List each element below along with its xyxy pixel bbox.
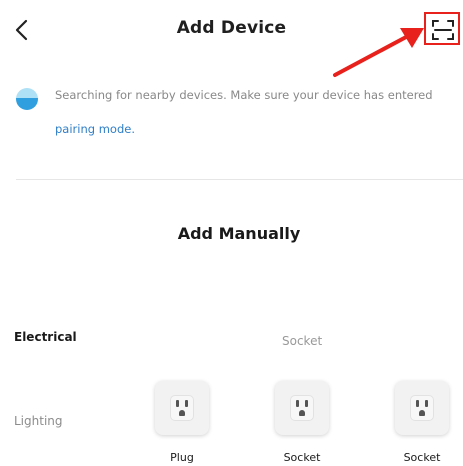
pairing-mode-link[interactable]: pairing mode. [55, 122, 135, 136]
add-device-screen: Add Device Searching for nearby devices.… [0, 0, 463, 466]
device-socket[interactable]: Socket [267, 381, 337, 464]
sidebar-item-electrical[interactable]: Electrical [14, 330, 77, 344]
category-header: Socket [282, 334, 323, 348]
loading-spinner-icon [16, 88, 38, 110]
device-socket[interactable]: Socket [387, 381, 457, 464]
device-label: Socket [403, 451, 441, 464]
sidebar-item-lighting[interactable]: Lighting [14, 414, 63, 428]
device-tile [155, 381, 209, 435]
section-title: Add Manually [177, 224, 301, 243]
outlet-icon [410, 395, 434, 421]
device-label: Plug [170, 451, 194, 464]
device-tile [395, 381, 449, 435]
search-message: Searching for nearby devices. Make sure … [55, 86, 455, 104]
search-message-text: Searching for nearby devices. Make sure … [55, 88, 433, 102]
outlet-icon [290, 395, 314, 421]
divider [16, 179, 463, 180]
outlet-icon [170, 395, 194, 421]
device-label: Socket [283, 451, 321, 464]
annotation-arrow-icon [333, 28, 424, 77]
device-tile [275, 381, 329, 435]
device-plug[interactable]: Plug [147, 381, 217, 464]
